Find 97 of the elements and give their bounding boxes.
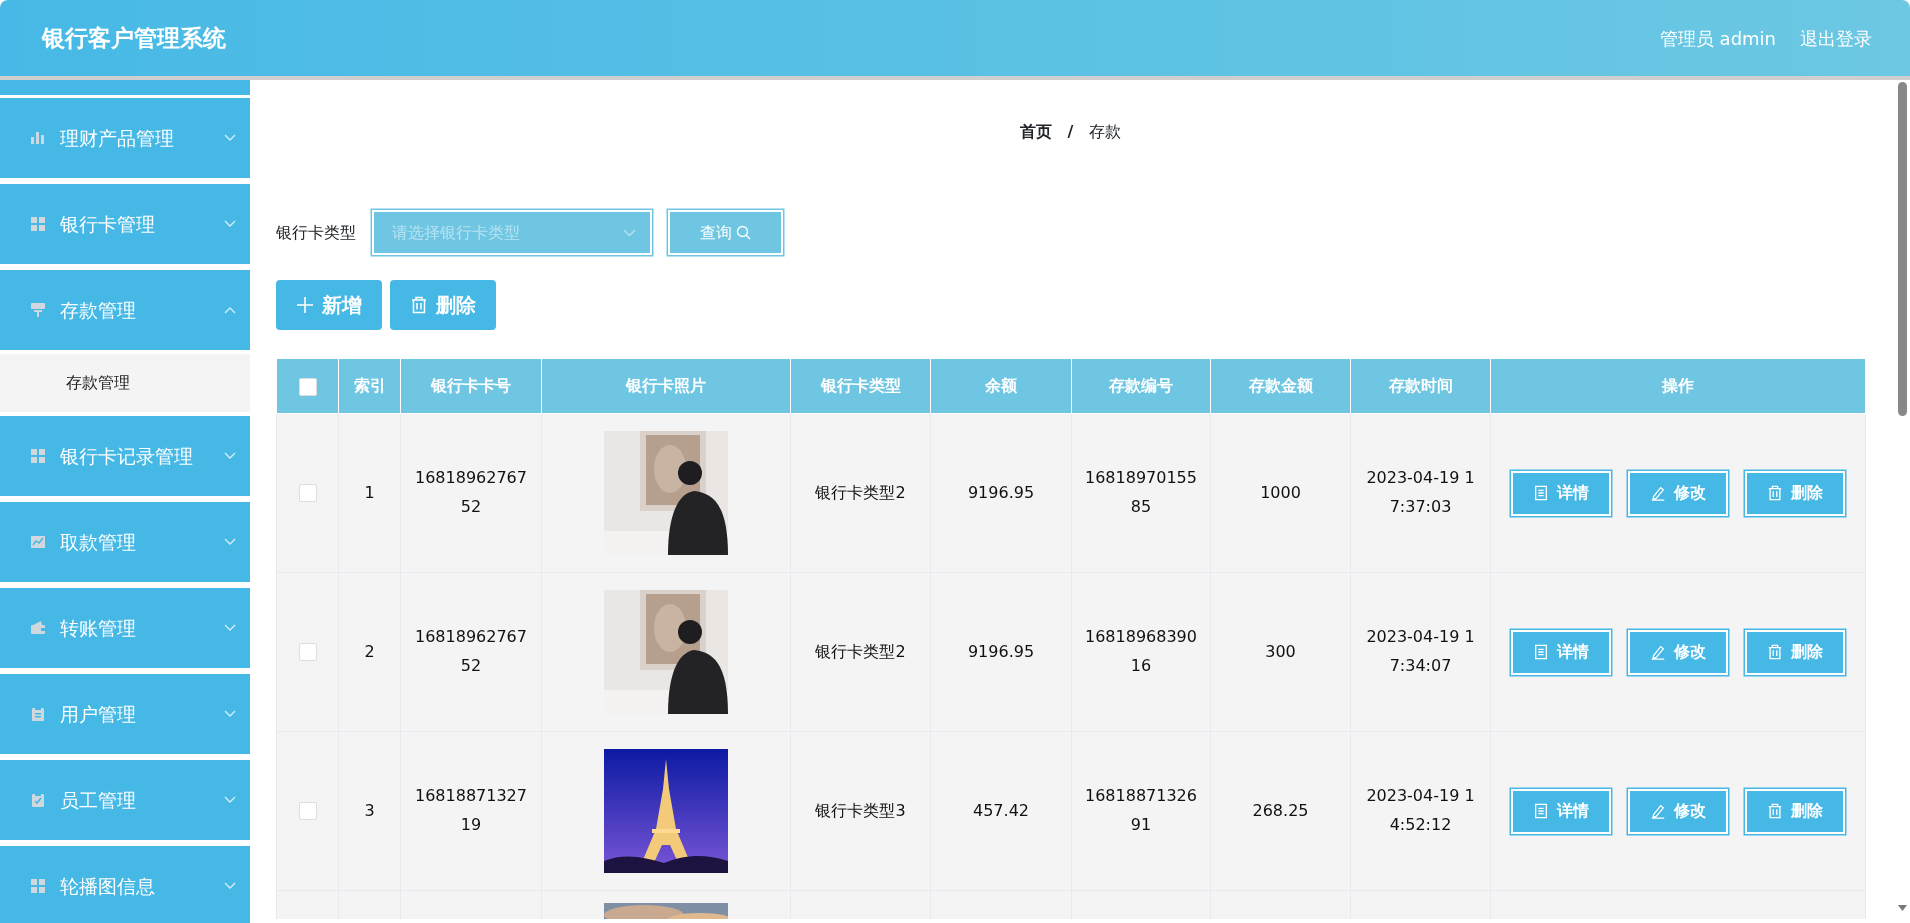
chevron-up-icon bbox=[224, 306, 236, 314]
sidebar-item[interactable]: 取款管理 bbox=[0, 502, 250, 584]
chevron-down-icon bbox=[623, 228, 636, 237]
card-type-cell: 银行卡类型3 bbox=[815, 800, 906, 820]
chevron-down-icon bbox=[224, 710, 236, 718]
amount-cell: 268.25 bbox=[1252, 800, 1309, 820]
trash-icon bbox=[410, 296, 428, 314]
column-header: 操作 bbox=[1490, 358, 1866, 414]
deposit-number-cell: 1681887132691 bbox=[1085, 786, 1197, 834]
line-chart-icon bbox=[30, 534, 46, 550]
detail-button[interactable]: 详情 bbox=[1511, 629, 1611, 675]
breadcrumb-current: 存款 bbox=[1089, 121, 1122, 143]
column-header: 存款编号 bbox=[1071, 358, 1211, 414]
deposit-number-cell: 1681896839016 bbox=[1085, 627, 1197, 675]
breadcrumb-separator: / bbox=[1067, 121, 1074, 143]
user-link[interactable]: 管理员 admin bbox=[1659, 24, 1776, 52]
card-type-cell: 银行卡类型2 bbox=[815, 482, 906, 502]
document-icon bbox=[1533, 485, 1549, 501]
chevron-down-icon bbox=[224, 882, 236, 890]
wallet-icon bbox=[30, 620, 46, 636]
delete-button[interactable]: 删除 bbox=[1745, 629, 1845, 675]
amount-cell: 300 bbox=[1265, 641, 1296, 661]
chevron-down-icon bbox=[224, 624, 236, 632]
column-header: 银行卡卡号 bbox=[400, 358, 542, 414]
amount-cell: 1000 bbox=[1260, 482, 1301, 502]
detail-button[interactable]: 详情 bbox=[1511, 470, 1611, 516]
plus-icon bbox=[296, 296, 314, 314]
delete-button[interactable]: 删除 bbox=[1745, 470, 1845, 516]
clipboard-check-icon bbox=[30, 792, 46, 808]
sidebar-subitem[interactable]: 存款管理 bbox=[0, 354, 250, 412]
balance-cell: 9196.95 bbox=[967, 641, 1035, 661]
time-cell: 2023-04-19 17:34:07 bbox=[1366, 627, 1475, 675]
chevron-down-icon bbox=[224, 220, 236, 228]
card-type-select[interactable]: 请选择银行卡类型 bbox=[372, 210, 652, 255]
query-button[interactable]: 查询 bbox=[668, 210, 783, 255]
time-cell: 2023-04-19 14:52:12 bbox=[1366, 786, 1475, 834]
index-cell: 2 bbox=[364, 641, 375, 661]
trash-icon bbox=[1767, 485, 1783, 501]
time-cell: 2023-04-19 17:37:03 bbox=[1366, 468, 1475, 516]
detail-button[interactable]: 详情 bbox=[1511, 788, 1611, 834]
sidebar-item[interactable]: 银行卡管理 bbox=[0, 184, 250, 266]
row-checkbox[interactable] bbox=[298, 643, 317, 662]
trash-icon bbox=[1767, 644, 1783, 660]
balance-cell: 9196.95 bbox=[967, 482, 1035, 502]
pencil-icon bbox=[1650, 644, 1666, 660]
filter-label: 银行卡类型 bbox=[276, 221, 356, 244]
add-button[interactable]: 新增 bbox=[276, 280, 382, 330]
app-title: 银行客户管理系统 bbox=[42, 23, 226, 53]
search-icon bbox=[736, 225, 751, 240]
delete-button[interactable]: 删除 bbox=[1745, 788, 1845, 834]
column-header: 索引 bbox=[338, 358, 401, 414]
grid-icon bbox=[30, 216, 46, 232]
delete-button[interactable]: 删除 bbox=[390, 280, 496, 330]
row-checkbox[interactable] bbox=[298, 484, 317, 503]
sidebar-item[interactable]: 转账管理 bbox=[0, 588, 250, 670]
sidebar-item[interactable]: 轮播图信息 bbox=[0, 846, 250, 923]
grid-icon bbox=[30, 878, 46, 894]
sidebar-item[interactable]: 理财产品管理 bbox=[0, 98, 250, 180]
column-header: 余额 bbox=[930, 358, 1072, 414]
pencil-icon bbox=[1650, 803, 1666, 819]
deposit-number-cell: 1681897015585 bbox=[1085, 468, 1197, 516]
document-icon bbox=[1533, 644, 1549, 660]
clipboard-icon bbox=[30, 706, 46, 722]
edit-button[interactable]: 修改 bbox=[1628, 788, 1728, 834]
card-type-cell: 银行卡类型2 bbox=[815, 641, 906, 661]
chevron-down-icon bbox=[224, 134, 236, 142]
breadcrumb-link[interactable]: 首页 bbox=[1019, 120, 1052, 146]
chevron-down-icon bbox=[224, 538, 236, 546]
document-icon bbox=[1533, 803, 1549, 819]
column-header: 银行卡类型 bbox=[790, 358, 931, 414]
chevron-down-icon bbox=[224, 796, 236, 804]
scroll-down-icon[interactable] bbox=[1898, 905, 1907, 911]
paint-roller-icon bbox=[30, 302, 46, 318]
trash-icon bbox=[1767, 803, 1783, 819]
row-checkbox[interactable] bbox=[298, 802, 317, 821]
index-cell: 1 bbox=[364, 482, 375, 502]
sidebar-item[interactable]: 用户管理 bbox=[0, 674, 250, 756]
grid-icon bbox=[30, 448, 46, 464]
column-header: 存款金额 bbox=[1210, 358, 1351, 414]
edit-button[interactable]: 修改 bbox=[1628, 629, 1728, 675]
sidebar-item[interactable]: 银行卡记录管理 bbox=[0, 416, 250, 498]
card-number-cell: 1681896276752 bbox=[415, 468, 527, 516]
edit-button[interactable]: 修改 bbox=[1628, 470, 1728, 516]
select-all-checkbox[interactable] bbox=[298, 377, 317, 396]
logout-link[interactable]: 退出登录 bbox=[1800, 24, 1872, 52]
index-cell: 3 bbox=[364, 800, 375, 820]
scrollbar-thumb[interactable] bbox=[1898, 82, 1907, 416]
sidebar-item[interactable]: 员工管理 bbox=[0, 760, 250, 842]
card-number-cell: 1681887132719 bbox=[415, 786, 527, 834]
card-number-cell: 1681896276752 bbox=[415, 627, 527, 675]
chevron-down-icon bbox=[224, 452, 236, 460]
bar-chart-icon bbox=[30, 130, 46, 146]
sidebar-item[interactable]: 存款管理 bbox=[0, 270, 250, 352]
pencil-icon bbox=[1650, 485, 1666, 501]
balance-cell: 457.42 bbox=[973, 800, 1029, 820]
column-header: 存款时间 bbox=[1350, 358, 1491, 414]
column-header: 银行卡照片 bbox=[541, 358, 791, 414]
